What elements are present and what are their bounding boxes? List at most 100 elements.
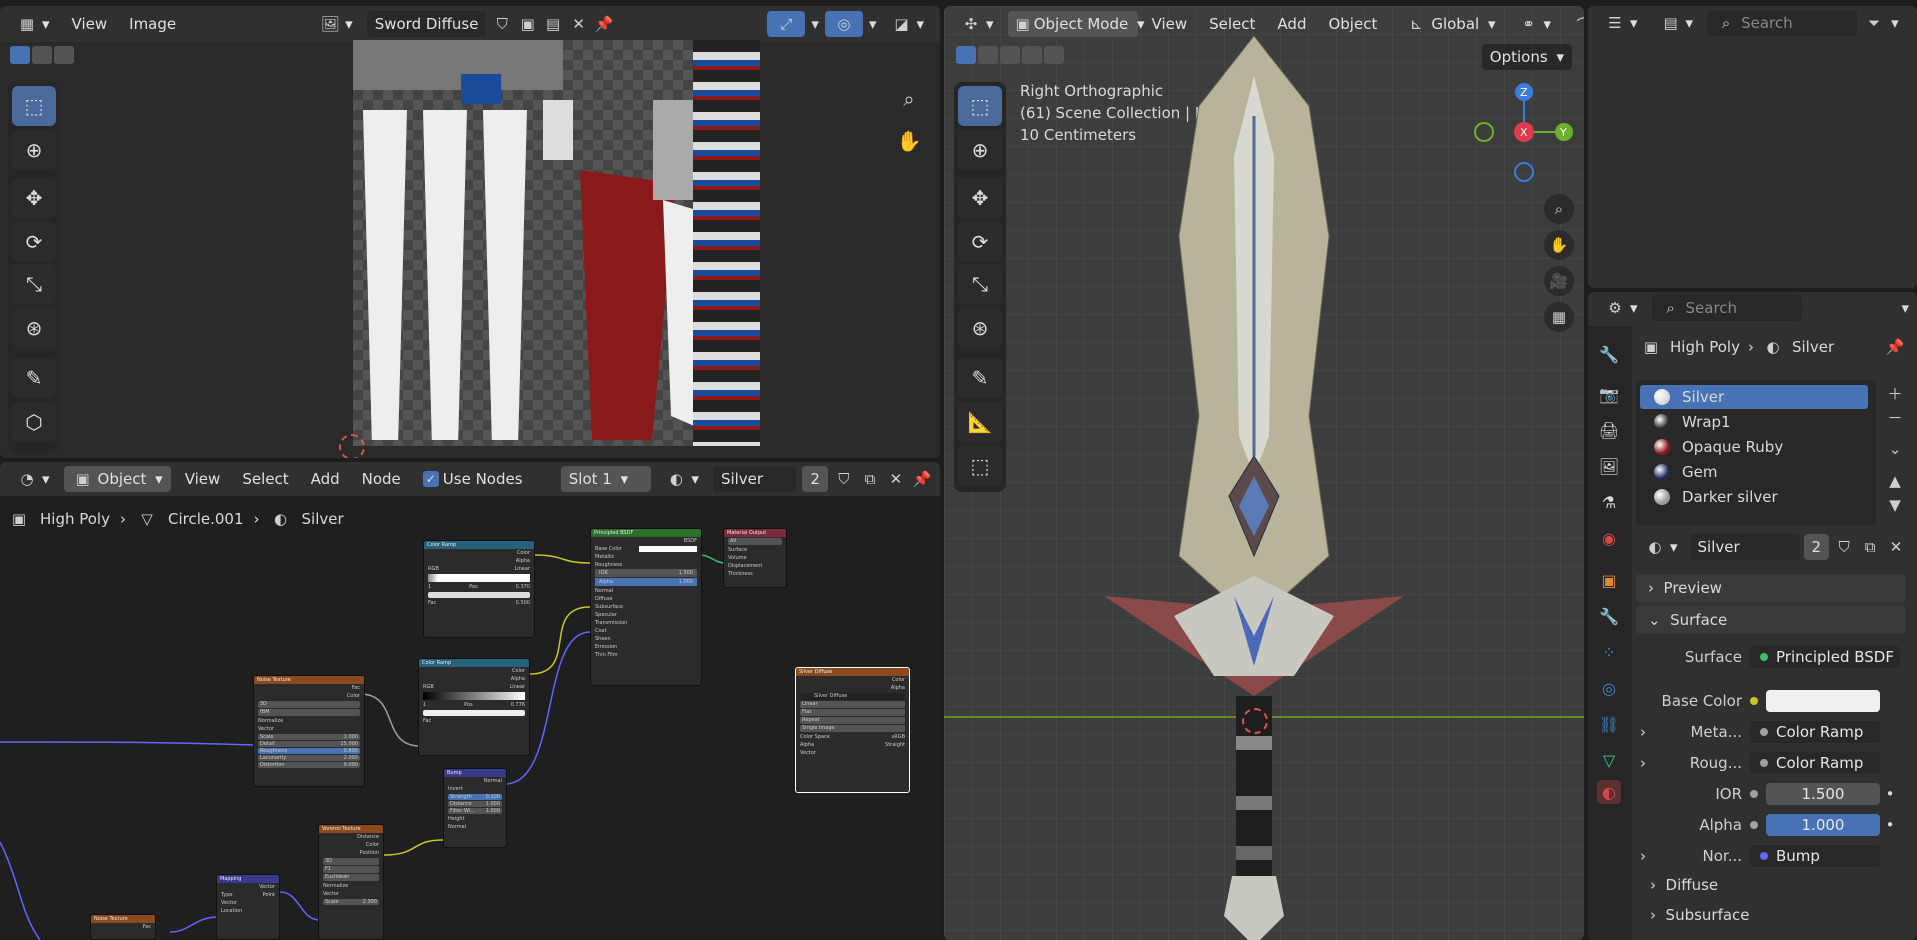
ior-field[interactable]: 1.500 (1766, 783, 1880, 805)
move-up-icon[interactable]: ▲ (1884, 470, 1906, 492)
alpha-mode-value[interactable]: Straight (885, 742, 905, 748)
sword-model[interactable] (1104, 36, 1404, 940)
base-color-swatch[interactable] (1766, 690, 1880, 712)
zoom-icon[interactable]: ⌕ (1544, 194, 1574, 224)
normalize-checkbox[interactable]: Normalize (319, 882, 383, 890)
alpha-field[interactable]: 1.000 (1766, 814, 1880, 836)
noise-texture-node[interactable]: Noise Texture Fac Color 3D fBM Normalize… (253, 675, 365, 787)
keyframe-icon[interactable]: • (1880, 785, 1900, 803)
normalize-checkbox[interactable]: Normalize (254, 717, 364, 725)
extension-dropdown[interactable]: Repeat (800, 717, 905, 724)
image-field[interactable]: Silver Diffuse (800, 693, 905, 700)
diffuse-subpanel[interactable]: › Diffuse (1650, 876, 1718, 894)
select-subtract-icon[interactable] (54, 46, 74, 64)
dimension-dropdown[interactable]: 3D (258, 701, 360, 708)
add-cube-tool[interactable]: ⬚ (958, 446, 1002, 486)
material-slot-item[interactable]: Silver (1640, 385, 1868, 409)
annotate-tool[interactable]: ✎ (12, 358, 56, 398)
material-tab-icon[interactable]: ◐ (1597, 780, 1621, 804)
orientation-dropdown[interactable]: ⊾ Global ▾ (1397, 11, 1503, 37)
dimension-dropdown[interactable]: 3D (323, 858, 379, 865)
invert-checkbox[interactable]: Invert (444, 785, 506, 793)
slot-menu-icon[interactable]: ⌄ (1884, 438, 1906, 460)
expand-chevron-icon[interactable]: › (1640, 754, 1660, 772)
transform-tool[interactable]: ⊛ (958, 308, 1002, 348)
move-tool[interactable]: ✥ (958, 178, 1002, 218)
material-output-node[interactable]: Material Output All Surface Volume Displ… (723, 528, 787, 588)
scene-tab-icon[interactable]: ⚗ (1597, 490, 1621, 514)
render-tab-icon[interactable]: 📷 (1597, 382, 1621, 406)
ramp-pos[interactable]: 0.370 (516, 584, 530, 590)
metallic-link-field[interactable]: Color Ramp (1750, 721, 1880, 743)
grab-tool[interactable]: ⬡ (12, 402, 56, 442)
panel-diffuse[interactable]: Diffuse (591, 595, 701, 603)
material-name-field[interactable]: Silver (1689, 534, 1800, 560)
surface-panel-header[interactable]: ⌄ Surface (1636, 606, 1906, 634)
options-button[interactable]: Options ▾ (1481, 44, 1572, 70)
image-texture-node[interactable]: Silver Diffuse Color Alpha Silver Diffus… (795, 667, 910, 793)
outliner-search-input[interactable]: ⌕ Search (1707, 10, 1858, 36)
add-slot-icon[interactable]: ＋ (1884, 382, 1906, 404)
scale-tool[interactable]: ⤡ (958, 264, 1002, 304)
output-tab-icon[interactable]: 🖨 (1597, 418, 1621, 442)
ior-value[interactable]: 1.500 (679, 570, 693, 576)
ramp-gradient[interactable] (423, 692, 525, 700)
close-icon[interactable]: ✕ (569, 13, 588, 35)
cursor-tool[interactable]: ⊕ (958, 130, 1002, 170)
type-dropdown[interactable]: fBM (258, 709, 360, 716)
editor-type-button[interactable]: ⚙ ▾ (1596, 295, 1646, 321)
detail-value[interactable]: 15.000 (341, 741, 359, 747)
select-extend-icon[interactable] (32, 46, 52, 64)
zoom-icon[interactable]: ⌕ (898, 87, 920, 111)
grid-icon[interactable]: ▦ (1544, 302, 1574, 332)
type-value[interactable]: Point (263, 892, 275, 898)
filter-icon[interactable]: ⏷ (1863, 12, 1885, 34)
measure-tool[interactable]: 📐 (958, 402, 1002, 442)
world-tab-icon[interactable]: ◉ (1597, 526, 1621, 550)
normal-link-field[interactable]: Bump (1750, 845, 1880, 867)
move-down-icon[interactable]: ▼ (1884, 494, 1906, 516)
menu-add[interactable]: Add (1269, 11, 1314, 37)
ramp-interp[interactable]: Linear (514, 566, 530, 572)
distance-value[interactable]: 1.000 (486, 801, 500, 807)
select-extend-icon[interactable] (978, 46, 998, 64)
source-dropdown[interactable]: Single Image (800, 725, 905, 732)
material-slot-item[interactable]: Opaque Ruby (1640, 435, 1868, 459)
menu-image[interactable]: Image (121, 11, 184, 37)
open-image-icon[interactable]: ▤ (543, 13, 562, 35)
display-mode-button[interactable]: ▤ ▾ (1652, 10, 1702, 36)
filter-width-value[interactable]: 1.000 (486, 808, 500, 814)
noise-texture-node[interactable]: Noise Texture Fac (90, 914, 156, 940)
ramp-pos[interactable]: 0.776 (511, 702, 525, 708)
fac-value[interactable]: 0.500 (516, 600, 530, 606)
snap-toggle[interactable]: ⤢ (767, 11, 806, 37)
fake-user-icon[interactable]: ⛉ (1833, 536, 1855, 558)
mode-dropdown[interactable]: ▣ Object Mode ▾ (1007, 11, 1145, 37)
transform-tool[interactable]: ⊛ (12, 308, 56, 348)
alpha-value[interactable]: 1.000 (679, 579, 693, 585)
subsurface-subpanel[interactable]: › Subsurface (1650, 906, 1750, 924)
ramp-mode[interactable]: RGB (428, 566, 439, 572)
select-intersect-icon[interactable] (1044, 46, 1064, 64)
ramp-index[interactable]: 1 (428, 584, 431, 590)
panel-subsurface[interactable]: Subsurface (591, 603, 701, 611)
distortion-value[interactable]: 0.000 (344, 762, 358, 768)
panel-sheen[interactable]: Sheen (591, 635, 701, 643)
ramp-color-swatch[interactable] (428, 592, 530, 598)
rotate-tool[interactable]: ⟳ (12, 222, 56, 262)
move-tool[interactable]: ✥ (12, 178, 56, 218)
panel-coat[interactable]: Coat (591, 627, 701, 635)
color-ramp-node[interactable]: Color Ramp Color Alpha RGB Linear 1 Pos 0.3… (423, 540, 535, 638)
3d-cursor-icon[interactable] (1242, 708, 1268, 734)
duplicate-icon[interactable]: ⧉ (1859, 536, 1881, 558)
data-tab-icon[interactable]: ▽ (1597, 748, 1621, 772)
cursor-tool[interactable]: ⊕ (12, 130, 56, 170)
snap-toggle[interactable]: ⌒ (1565, 11, 1584, 37)
ramp-index[interactable]: 1 (423, 702, 426, 708)
browse-image-button[interactable]: 🖼 ▾ (311, 11, 361, 37)
material-users-count[interactable]: 2 (1803, 534, 1830, 560)
pin-icon[interactable]: 📌 (1884, 336, 1906, 358)
remove-slot-icon[interactable]: － (1884, 406, 1906, 428)
editor-type-button[interactable]: ▦ ▾ (8, 11, 58, 37)
browse-material-button[interactable]: ◐ ▾ (1636, 534, 1686, 560)
